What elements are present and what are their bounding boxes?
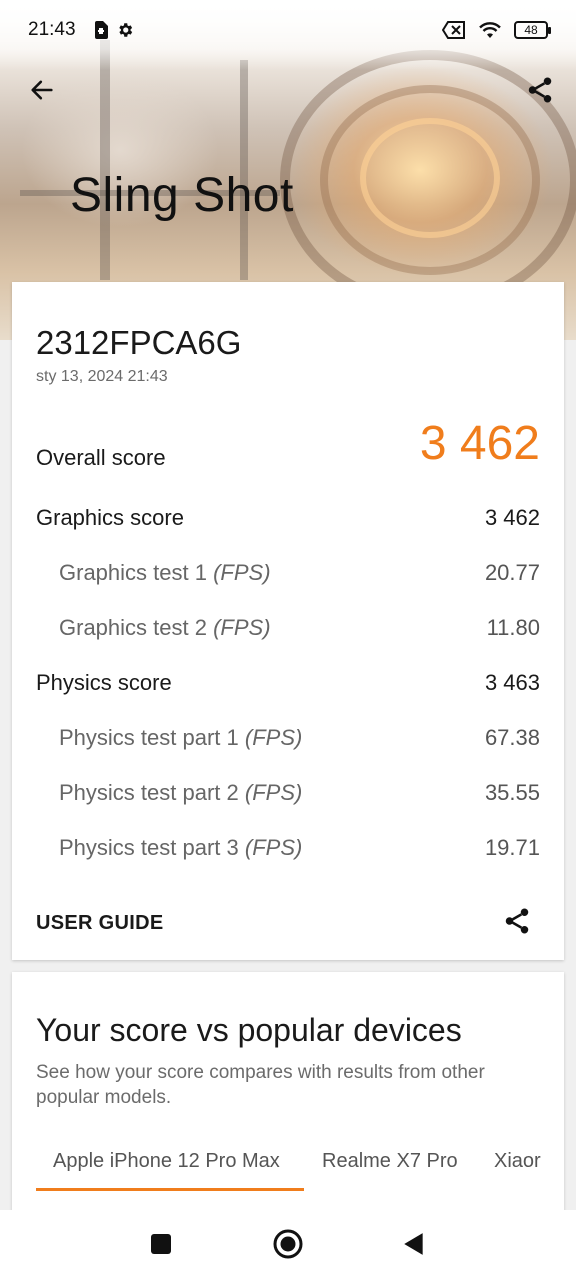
share-icon bbox=[525, 75, 555, 110]
score-row-value: 35.55 bbox=[484, 780, 540, 805]
back-button[interactable] bbox=[24, 74, 60, 110]
page-title: Sling Shot bbox=[70, 169, 294, 222]
score-row-value: 20.77 bbox=[484, 560, 540, 585]
user-guide-link[interactable]: USER GUIDE bbox=[36, 912, 163, 935]
score-row: Graphics test 2 (FPS) 11.80 bbox=[36, 613, 540, 643]
compare-description: See how your score compares with results… bbox=[36, 1062, 485, 1108]
gear-icon bbox=[116, 21, 134, 39]
tab-realme-x7-pro[interactable]: Realme X7 Pro bbox=[322, 1150, 458, 1192]
tab-xiaomi[interactable]: Xiaor bbox=[494, 1150, 541, 1192]
score-row: Physics score 3 463 bbox=[36, 668, 540, 698]
score-row: Physics test part 1 (FPS) 67.38 bbox=[36, 723, 540, 753]
battery-icon: 48 bbox=[514, 21, 551, 39]
overall-score-label: Overall score bbox=[36, 445, 166, 470]
score-row: Physics test part 3 (FPS) 19.71 bbox=[36, 833, 540, 863]
system-nav-bar bbox=[0, 1210, 576, 1280]
active-tab-indicator bbox=[36, 1188, 304, 1191]
score-row-value: 67.38 bbox=[484, 725, 540, 750]
recents-button[interactable] bbox=[143, 1228, 179, 1264]
status-bar: 21:43 48 bbox=[0, 0, 576, 60]
device-name: 2312FPCA6G bbox=[36, 324, 242, 361]
sim-card-icon bbox=[94, 21, 108, 39]
recents-square-icon bbox=[149, 1232, 173, 1261]
score-card: 2312FPCA6G sty 13, 2024 21:43 Overall sc… bbox=[12, 282, 564, 960]
score-row: Physics test part 2 (FPS) 35.55 bbox=[36, 778, 540, 808]
score-row: Graphics score 3 462 bbox=[36, 503, 540, 533]
score-row-value: 19.71 bbox=[484, 835, 540, 860]
share-button[interactable] bbox=[522, 74, 558, 110]
hero-tower-decoration bbox=[100, 40, 110, 280]
score-row-label: Graphics score bbox=[36, 505, 184, 530]
arrow-left-icon bbox=[28, 76, 56, 109]
score-row-label: Graphics test 1 (FPS) bbox=[59, 560, 271, 585]
score-row-unit: (FPS) bbox=[213, 560, 271, 585]
compare-title: Your score vs popular devices bbox=[36, 1012, 462, 1048]
score-row-unit: (FPS) bbox=[244, 835, 303, 860]
score-row-unit: (FPS) bbox=[244, 780, 303, 805]
score-row: Graphics test 1 (FPS) 20.77 bbox=[36, 558, 540, 588]
score-row-unit: (FPS) bbox=[213, 615, 271, 640]
score-row-label: Physics test part 1 (FPS) bbox=[59, 725, 303, 750]
wifi-icon bbox=[478, 21, 502, 39]
score-row-label: Physics test part 2 (FPS) bbox=[59, 780, 303, 805]
battery-level: 48 bbox=[524, 23, 538, 37]
device-tabs: Apple iPhone 12 Pro Max Realme X7 Pro Xi… bbox=[36, 1150, 564, 1192]
overall-score-value: 3 462 bbox=[419, 417, 540, 470]
score-row-value: 3 462 bbox=[484, 505, 540, 530]
no-sim-icon bbox=[442, 21, 466, 39]
share-icon bbox=[502, 906, 532, 941]
back-triangle-icon bbox=[401, 1231, 427, 1262]
tab-apple-iphone-12-pro-max[interactable]: Apple iPhone 12 Pro Max bbox=[53, 1150, 280, 1192]
back-nav-button[interactable] bbox=[396, 1228, 432, 1264]
score-row-label: Physics score bbox=[36, 670, 172, 695]
score-row-value: 3 463 bbox=[484, 670, 540, 695]
status-time: 21:43 bbox=[28, 19, 76, 40]
share-result-button[interactable] bbox=[500, 906, 534, 940]
hero-ring-decoration bbox=[360, 118, 500, 238]
score-row-unit: (FPS) bbox=[244, 725, 303, 750]
score-row-label: Physics test part 3 (FPS) bbox=[59, 835, 303, 860]
score-row-value: 11.80 bbox=[486, 615, 540, 640]
score-row-label: Graphics test 2 (FPS) bbox=[59, 615, 271, 640]
run-date: sty 13, 2024 21:43 bbox=[36, 368, 168, 385]
compare-card: Your score vs popular devices See how yo… bbox=[12, 972, 564, 1232]
home-circle-icon bbox=[272, 1228, 304, 1265]
home-button[interactable] bbox=[270, 1228, 306, 1264]
